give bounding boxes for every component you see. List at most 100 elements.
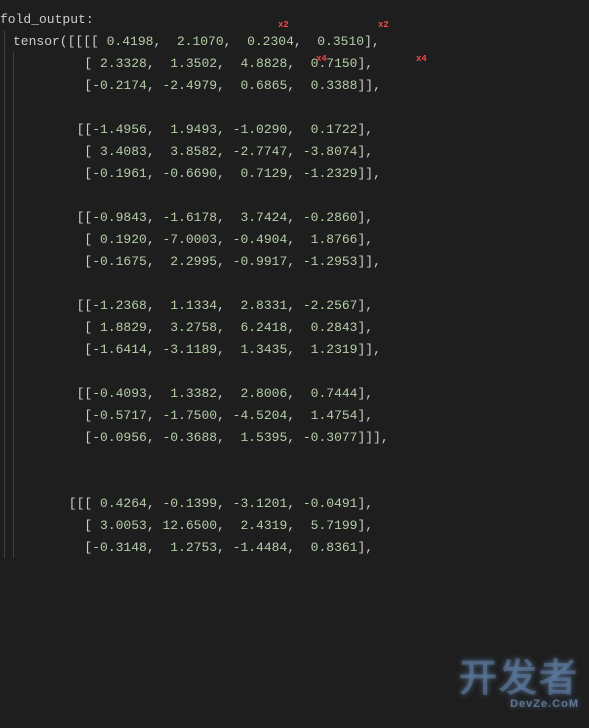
tensor-value: 1.3435 [240,342,287,357]
tensor-value: -0.3148 [92,540,147,555]
indent-guide [4,162,13,184]
tensor-value: -0.2174 [92,78,147,93]
indent-guide [4,250,13,272]
tensor-text: [-0.3148, 1.2753, -1.4484, 0.8361], [22,540,589,555]
indent-guide [13,52,22,74]
tensor-row: [ 3.4083, 3.8582, -2.7747, -3.8074], [0,140,589,162]
tensor-text: [-1.6414, -3.1189, 1.3435, 1.2319]], [22,342,589,357]
tensor-value: 12.6500 [162,518,217,533]
indent-guide [13,206,22,228]
tensor-value: -0.6690 [162,166,217,181]
tensor-value: -0.2860 [303,210,358,225]
tensor-text: [[-0.9843, -1.6178, 3.7424, -0.2860], [22,210,589,225]
tensor-value: 0.1722 [311,122,358,137]
indent-guide [4,118,13,140]
code-output-panel: fold_output: tensor([[[[ 0.4198, 2.1070, … [0,0,589,558]
tensor-value: 2.1070 [177,34,224,49]
tensor-value: 1.2753 [170,540,217,555]
indent-guide [13,404,22,426]
indent-guide [4,140,13,162]
tensor-text: tensor([[[[ 0.4198, 2.1070, 0.2304, 0.35… [13,34,589,49]
tensor-value: -1.4956 [92,122,147,137]
tensor-row [0,96,589,118]
indent-guide [13,184,22,206]
tensor-value: 3.2758 [170,320,217,335]
tensor-row: [[-0.4093, 1.3382, 2.8006, 0.7444], [0,382,589,404]
watermark-sub: DevZe.CoM [459,698,579,710]
tensor-row: [[-1.2368, 1.1334, 2.8331, -2.2567], [0,294,589,316]
tensor-value: -0.1399 [162,496,217,511]
tensor-value: 0.1920 [100,232,147,247]
indent-guide [4,514,13,536]
tensor-value: 2.4319 [240,518,287,533]
tensor-value: 0.3510 [317,34,364,49]
indent-guide [13,228,22,250]
tensor-value: -2.4979 [162,78,217,93]
tensor-value: -4.5204 [233,408,288,423]
indent-guide [13,382,22,404]
indent-guide [13,96,22,118]
tensor-row: [ 3.0053, 12.6500, 2.4319, 5.7199], [0,514,589,536]
indent-guide [4,228,13,250]
indent-guide [13,294,22,316]
tensor-value: -3.1189 [162,342,217,357]
tensor-row [0,272,589,294]
tensor-value: 5.7199 [311,518,358,533]
tensor-value: 1.8766 [311,232,358,247]
tensor-value: 6.2418 [240,320,287,335]
tensor-text: [-0.1961, -0.6690, 0.7129, -1.2329]], [22,166,589,181]
output-label: fold_output: [0,12,589,27]
tensor-text: [ 3.4083, 3.8582, -2.7747, -3.8074], [22,144,589,159]
indent-guide [13,162,22,184]
indent-guide [4,52,13,74]
indent-guide [4,536,13,558]
tensor-value: 3.8582 [170,144,217,159]
tensor-value: -1.2953 [303,254,358,269]
tensor-value: 3.7424 [240,210,287,225]
tensor-value: -1.2329 [303,166,358,181]
indent-guide [13,272,22,294]
tensor-value: -1.6178 [162,210,217,225]
tensor-row [0,470,589,492]
indent-guide [4,448,13,470]
tensor-value: -0.0956 [92,430,147,445]
tensor-value: 0.8361 [311,540,358,555]
tensor-value: 1.1334 [170,298,217,313]
tensor-value: 0.7444 [311,386,358,401]
indent-guide [13,514,22,536]
tensor-value: -0.9917 [233,254,288,269]
tensor-value: 0.4198 [107,34,154,49]
indent-guide [13,140,22,162]
tensor-value: 0.7129 [240,166,287,181]
tensor-row: [-0.3148, 1.2753, -1.4484, 0.8361], [0,536,589,558]
tensor-text: [[[ 0.4264, -0.1399, -3.1201, -0.0491], [22,496,589,511]
tensor-value: -1.0290 [233,122,288,137]
indent-guide [13,360,22,382]
tensor-value: -3.8074 [303,144,358,159]
watermark-overlay: 开发者 DevZe.CoM [459,647,579,710]
tensor-value: -0.0491 [303,496,358,511]
tensor-value: -0.1675 [92,254,147,269]
tensor-value: 0.6865 [240,78,287,93]
watermark-main: 开发者 [459,658,579,700]
tensor-value: 1.3382 [170,386,217,401]
tensor-row: [[-0.9843, -1.6178, 3.7424, -0.2860], [0,206,589,228]
indent-guide [4,96,13,118]
indent-guide [13,74,22,96]
tensor-row: [-1.6414, -3.1189, 1.3435, 1.2319]], [0,338,589,360]
tensor-value: 0.2843 [311,320,358,335]
tensor-row: [-0.5717, -1.7500, -4.5204, 1.4754], [0,404,589,426]
tensor-value: -1.4484 [233,540,288,555]
tensor-value: 0.3388 [311,78,358,93]
tensor-value: -2.7747 [233,144,288,159]
tensor-value: -1.6414 [92,342,147,357]
tensor-text: [ 0.1920, -7.0003, -0.4904, 1.8766], [22,232,589,247]
tensor-value: 1.2319 [311,342,358,357]
indent-guide [4,272,13,294]
tensor-value: 2.8006 [240,386,287,401]
tensor-text: [-0.1675, 2.2995, -0.9917, -1.2953]], [22,254,589,269]
tensor-value: 1.9493 [170,122,217,137]
tensor-row: [-0.0956, -0.3688, 1.5395, -0.3077]]], [0,426,589,448]
tensor-value: 4.8828 [240,56,287,71]
tensor-text: [-0.0956, -0.3688, 1.5395, -0.3077]]], [22,430,589,445]
